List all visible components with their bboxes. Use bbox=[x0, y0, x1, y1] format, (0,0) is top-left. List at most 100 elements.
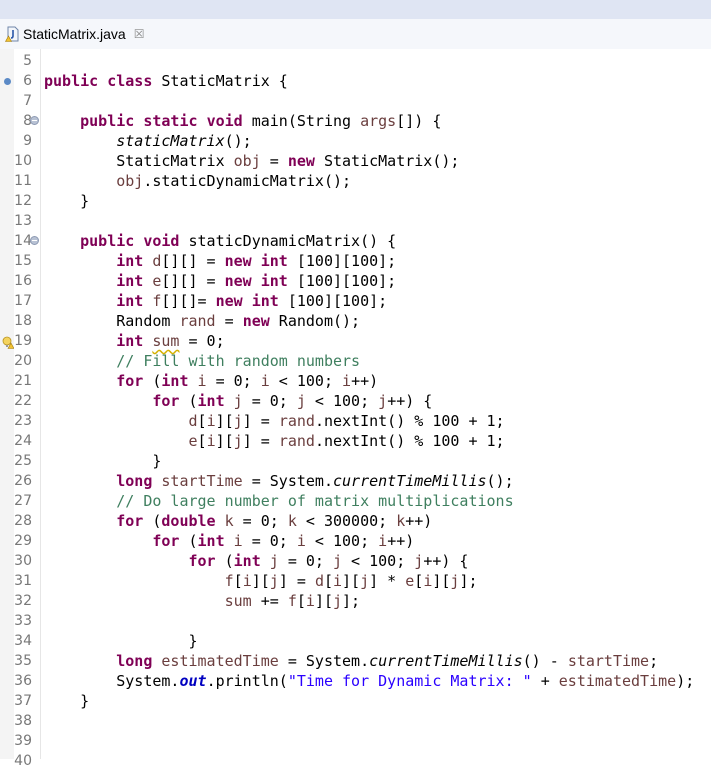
code-line[interactable]: 21 for (int i = 0; i < 100; i++) bbox=[0, 371, 711, 391]
code-line[interactable]: 27 // Do large number of matrix multipli… bbox=[0, 491, 711, 511]
line-number: 16 bbox=[14, 273, 32, 289]
code-line[interactable]: 31 f[i][j] = d[i][j] * e[i][j]; bbox=[0, 571, 711, 591]
line-number: 26 bbox=[14, 473, 32, 489]
close-icon[interactable]: ☒ bbox=[134, 27, 145, 41]
code-text: f[i][j] = d[i][j] * e[i][j]; bbox=[44, 571, 478, 591]
code-line[interactable]: 22 for (int j = 0; j < 100; j++) { bbox=[0, 391, 711, 411]
code-line[interactable]: 36 System.out.println("Time for Dynamic … bbox=[0, 671, 711, 691]
line-number: 37 bbox=[14, 693, 32, 709]
code-line[interactable]: 39 bbox=[0, 731, 711, 751]
window-top-bar bbox=[0, 0, 711, 20]
quickfix-warning-icon[interactable] bbox=[2, 334, 15, 349]
code-line[interactable]: 32 sum += f[i][j]; bbox=[0, 591, 711, 611]
code-token: .staticDynamicMatrix(); bbox=[143, 172, 352, 190]
line-number: 21 bbox=[14, 373, 32, 389]
code-line[interactable]: 6 public class StaticMatrix { bbox=[0, 71, 711, 91]
keyword-token: int bbox=[197, 392, 225, 410]
variable-token: j bbox=[333, 552, 343, 570]
code-line[interactable]: 9 staticMatrix(); bbox=[0, 131, 711, 151]
fold-collapse-icon[interactable] bbox=[30, 236, 39, 245]
code-text: for (double k = 0; k < 300000; k++) bbox=[44, 511, 432, 531]
code-line[interactable]: 10 StaticMatrix obj = new StaticMatrix()… bbox=[0, 151, 711, 171]
code-line[interactable]: 26 long startTime = System.currentTimeMi… bbox=[0, 471, 711, 491]
code-token: ++) { bbox=[387, 392, 433, 410]
code-line[interactable]: 40 bbox=[0, 751, 711, 771]
editor-tab-staticmatrix[interactable]: StaticMatrix.java ☒ bbox=[0, 19, 157, 49]
code-text: // Fill with random numbers bbox=[44, 351, 360, 371]
code-token: [ bbox=[233, 572, 243, 590]
line-number: 25 bbox=[14, 453, 32, 469]
code-line[interactable]: 38 bbox=[0, 711, 711, 731]
line-number: 11 bbox=[14, 173, 32, 189]
code-text: } bbox=[44, 691, 89, 711]
code-line[interactable]: 15 int d[][] = new int [100][100]; bbox=[0, 251, 711, 271]
code-token: [][] = bbox=[161, 252, 225, 270]
code-token: System. bbox=[44, 672, 180, 690]
variable-token: i bbox=[206, 412, 216, 430]
code-line[interactable]: 20 // Fill with random numbers bbox=[0, 351, 711, 371]
code-token: ( bbox=[179, 532, 198, 550]
code-token: < 100; bbox=[269, 372, 343, 390]
code-text: System.out.println("Time for Dynamic Mat… bbox=[44, 671, 694, 691]
code-line[interactable]: 16 int e[][] = new int [100][100]; bbox=[0, 271, 711, 291]
code-text: public class StaticMatrix { bbox=[44, 71, 288, 91]
code-text: int f[][]= new int [100][100]; bbox=[44, 291, 387, 311]
line-number: 17 bbox=[14, 293, 32, 309]
code-token: } bbox=[44, 192, 90, 210]
keyword-token: void bbox=[143, 232, 180, 250]
code-line[interactable]: 37 } bbox=[0, 691, 711, 711]
info-marker-icon[interactable] bbox=[4, 78, 11, 85]
code-line[interactable]: 5 bbox=[0, 51, 711, 71]
code-line[interactable]: 29 for (int i = 0; i < 100; i++) bbox=[0, 531, 711, 551]
code-token: []) { bbox=[396, 112, 442, 130]
line-number: 23 bbox=[14, 413, 32, 429]
java-file-warning-icon bbox=[4, 26, 19, 42]
code-token: = bbox=[260, 152, 288, 170]
fold-collapse-icon[interactable] bbox=[30, 116, 39, 125]
code-token: ][ bbox=[314, 592, 333, 610]
variable-token: j bbox=[414, 552, 424, 570]
code-line[interactable]: 19 int sum = 0; bbox=[0, 331, 711, 351]
code-text: long estimatedTime = System.currentTimeM… bbox=[44, 651, 658, 671]
variable-token: i bbox=[296, 532, 306, 550]
code-token: ] * bbox=[369, 572, 406, 590]
code-token: (); bbox=[224, 132, 252, 150]
code-line[interactable]: 18 Random rand = new Random(); bbox=[0, 311, 711, 331]
code-line[interactable]: 24 e[i][j] = rand.nextInt() % 100 + 1; bbox=[0, 431, 711, 451]
code-text: sum += f[i][j]; bbox=[44, 591, 360, 611]
code-line[interactable]: 13 bbox=[0, 211, 711, 231]
code-text: staticMatrix(); bbox=[44, 131, 252, 151]
code-line[interactable]: 33 bbox=[0, 611, 711, 631]
code-editor[interactable]: 5 6 public class StaticMatrix {7 8 public s… bbox=[0, 49, 711, 769]
code-line[interactable]: 11 obj.staticDynamicMatrix(); bbox=[0, 171, 711, 191]
code-token: ( bbox=[143, 372, 162, 390]
keyword-token: int bbox=[116, 292, 144, 310]
variable-token: e bbox=[405, 572, 415, 590]
code-line[interactable]: 12 } bbox=[0, 191, 711, 211]
code-line[interactable]: 25 } bbox=[0, 451, 711, 471]
code-line[interactable]: 30 for (int j = 0; j < 100; j++) { bbox=[0, 551, 711, 571]
code-token: ][ bbox=[342, 572, 361, 590]
code-line[interactable]: 14 public void staticDynamicMatrix() { bbox=[0, 231, 711, 251]
comment-token: // Fill with random numbers bbox=[116, 352, 361, 370]
variable-token: i bbox=[342, 372, 352, 390]
code-line[interactable]: 8 public static void main(String args[])… bbox=[0, 111, 711, 131]
code-line[interactable]: 28 for (double k = 0; k < 300000; k++) bbox=[0, 511, 711, 531]
code-line[interactable]: 7 bbox=[0, 91, 711, 111]
code-line[interactable]: 34 } bbox=[0, 631, 711, 651]
variable-token: e bbox=[188, 432, 198, 450]
code-token: ] = bbox=[278, 572, 315, 590]
code-line[interactable]: 17 int f[][]= new int [100][100]; bbox=[0, 291, 711, 311]
code-line[interactable]: 23 d[i][j] = rand.nextInt() % 100 + 1; bbox=[0, 411, 711, 431]
keyword-token: new bbox=[242, 312, 270, 330]
code-token: ][ bbox=[215, 432, 234, 450]
code-line[interactable]: 35 long estimatedTime = System.currentTi… bbox=[0, 651, 711, 671]
